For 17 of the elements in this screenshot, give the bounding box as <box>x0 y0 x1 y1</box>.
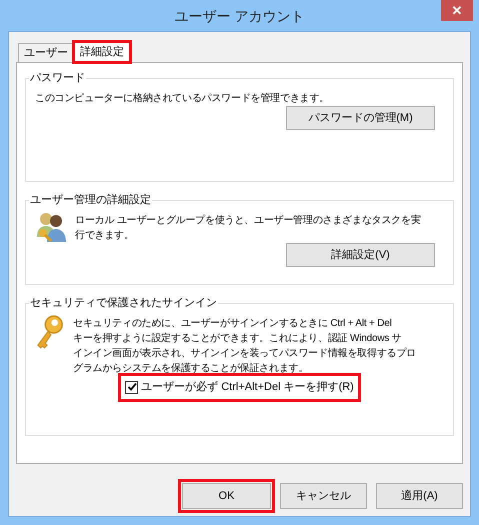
dialog-button[interactable]: キャンセル <box>280 483 367 509</box>
description-text: ローカル ユーザーとグループを使うと、ユーザー管理のさまざまなタスクを実 行できます。 <box>75 214 422 243</box>
tab[interactable]: 詳細設定 <box>73 41 131 63</box>
users-key-icon <box>35 211 67 243</box>
action-button[interactable]: 詳細設定(V) <box>286 243 435 267</box>
checkmark-icon <box>126 382 137 392</box>
description-text: セキュリティのために、ユーザーがサインインするときに Ctrl + Alt + Del キーを押すように設定することができます。これにより、認証 Windows サ インイン画面が表示され、サインインを装ってパスワード情報を取得するプロ グラムからシステムを保護することが保証されます。 <box>73 317 418 376</box>
group-title: セキュリティで保護されたサインイン <box>29 296 218 310</box>
group-title: ユーザー管理の詳細設定 <box>29 193 152 207</box>
dialog-button[interactable]: 適用(A) <box>376 483 463 509</box>
description-text: このコンピューターに格納されているパスワードを管理できます。 <box>35 92 330 106</box>
action-button[interactable]: パスワードの管理(M) <box>286 106 435 130</box>
checkbox[interactable]: ユーザーが必ず Ctrl+Alt+Del キーを押す(R) <box>121 376 358 398</box>
tab[interactable]: ユーザー <box>18 43 74 62</box>
group-title: パスワード <box>29 71 86 85</box>
close-button[interactable]: ✕ <box>441 0 473 21</box>
window-title: ユーザー アカウント <box>174 7 304 25</box>
